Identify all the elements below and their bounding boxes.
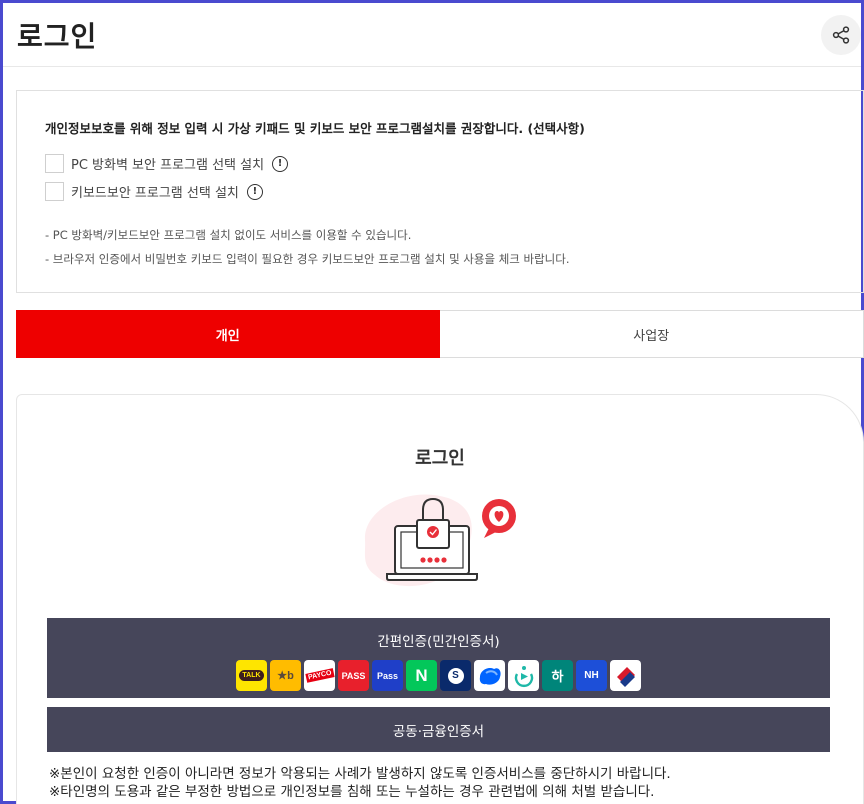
login-card: 로그인 간편인증(민간인증서) TALK ★b PAYCO PASS Pass … <box>16 394 864 804</box>
pass-icon[interactable]: PASS <box>338 660 369 691</box>
hana-icon[interactable]: 하 <box>542 660 573 691</box>
woori-icon[interactable] <box>508 660 539 691</box>
share-button[interactable] <box>821 15 861 55</box>
firewall-checkbox[interactable] <box>45 154 64 173</box>
payco-icon[interactable]: PAYCO <box>304 660 335 691</box>
notice-note: - 브라우저 인증에서 비밀번호 키보드 입력이 필요한 경우 키보드보안 프로… <box>45 252 570 266</box>
page-title: 로그인 <box>17 20 98 53</box>
joint-financial-cert-button[interactable]: 공동·금융인증서 <box>47 707 830 752</box>
samsung-pass-icon[interactable]: Pass <box>372 660 403 691</box>
kb-icon[interactable]: ★b <box>270 660 301 691</box>
notice-title: 개인정보보호를 위해 정보 입력 시 가상 키패드 및 키보드 보안 프로그램설… <box>45 121 585 136</box>
tab-personal[interactable]: 개인 <box>16 310 440 358</box>
user-type-tabs: 개인 사업장 <box>16 310 864 358</box>
toss-icon[interactable] <box>474 660 505 691</box>
security-notice-panel: 개인정보보호를 위해 정보 입력 시 가상 키패드 및 키보드 보안 프로그램설… <box>16 90 864 293</box>
provider-icon-row: TALK ★b PAYCO PASS Pass N S 하 NH <box>47 660 830 691</box>
simple-auth-label: 간편인증(민간인증서) <box>377 634 500 650</box>
keyboard-security-option-label[interactable]: 키보드보안 프로그램 선택 설치 <box>71 182 239 201</box>
share-icon <box>832 26 850 44</box>
keyboard-security-checkbox[interactable] <box>45 182 64 201</box>
notice-note: - PC 방화벽/키보드보안 프로그램 설치 없이도 서비스를 이용할 수 있습… <box>45 228 412 242</box>
firewall-option-label[interactable]: PC 방화벽 보안 프로그램 선택 설치 <box>71 154 264 173</box>
simple-auth-button[interactable]: 간편인증(민간인증서) TALK ★b PAYCO PASS Pass N S … <box>47 618 830 698</box>
shinhan-icon[interactable]: S <box>440 660 471 691</box>
bank-card-icon[interactable] <box>610 660 641 691</box>
header-divider <box>3 66 861 67</box>
kakao-icon[interactable]: TALK <box>236 660 267 691</box>
naver-icon[interactable]: N <box>406 660 437 691</box>
login-card-title: 로그인 <box>415 448 465 469</box>
info-icon[interactable]: ! <box>272 155 289 172</box>
warning-text: ※타인명의 도용과 같은 부정한 방법으로 개인정보를 침해 또는 누설하는 경… <box>49 784 655 800</box>
firewall-option-row: PC 방화벽 보안 프로그램 선택 설치 ! <box>45 154 289 173</box>
keyboard-security-option-row: 키보드보안 프로그램 선택 설치 ! <box>45 182 263 201</box>
info-icon[interactable]: ! <box>246 183 263 200</box>
laptop-lock-illustration <box>364 494 516 587</box>
tab-business[interactable]: 사업장 <box>439 310 864 358</box>
warning-text: ※본인이 요청한 인증이 아니라면 정보가 악용되는 사례가 발생하지 않도록 … <box>49 766 671 782</box>
nh-icon[interactable]: NH <box>576 660 607 691</box>
